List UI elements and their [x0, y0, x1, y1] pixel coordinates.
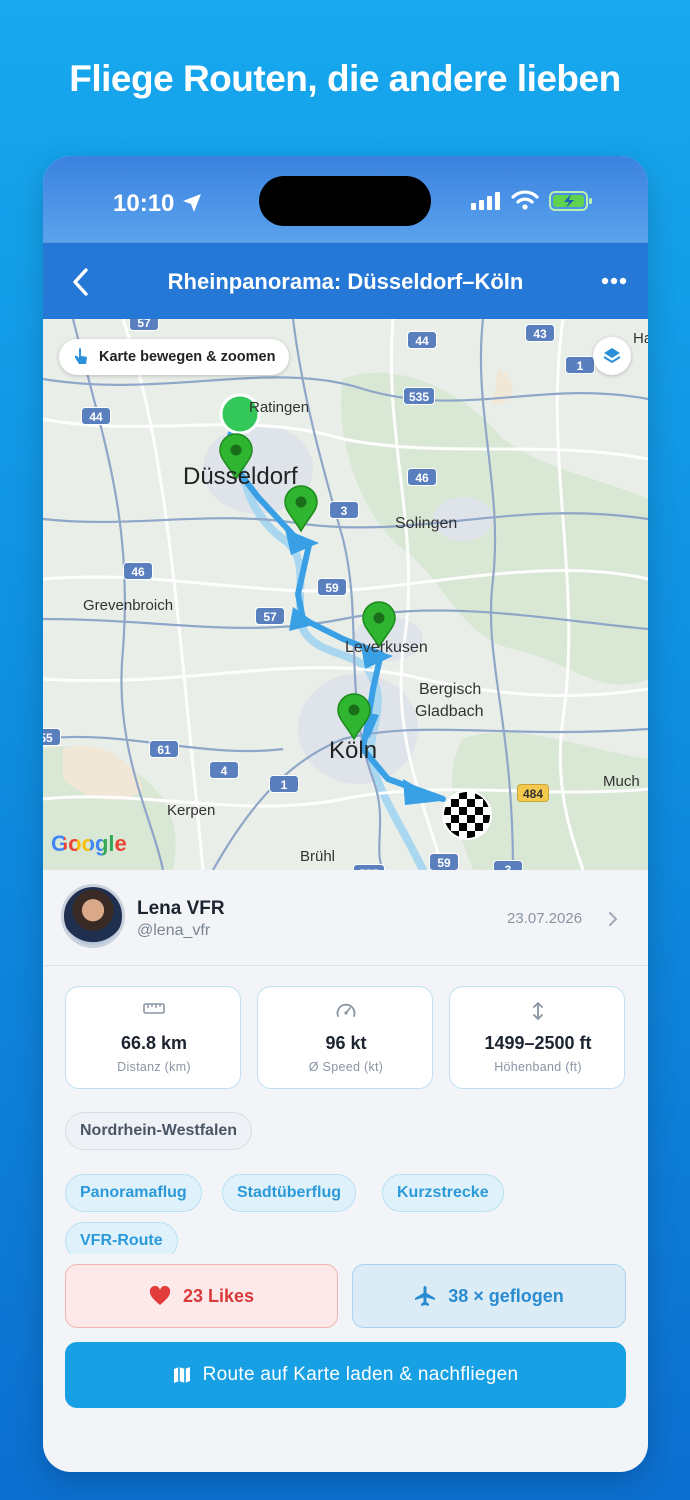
road-shield: 55	[43, 728, 61, 746]
likes-button[interactable]: 23 Likes	[65, 1264, 338, 1328]
stat-value: 66.8 km	[120, 1033, 188, 1053]
road-shield: 44	[81, 407, 111, 425]
map-label-ha: Ha	[633, 330, 648, 347]
speedometer-icon	[258, 1001, 434, 1024]
region-chip[interactable]: Nordrhein-Westfalen	[65, 1112, 253, 1150]
map-label-dusseldorf: Düsseldorf	[183, 463, 298, 490]
location-arrow-icon	[183, 194, 201, 212]
route-map[interactable]: Krefeld Ratingen Düsseldorf Solingen Gre…	[43, 319, 648, 870]
battery-charging-icon	[549, 191, 592, 211]
waypoint-pin-icon[interactable]	[336, 693, 372, 741]
tag-list: Panoramaflug Stadtüberflug Kurzstrecke V…	[43, 1166, 648, 1254]
map-label-bergisch: Bergisch	[419, 681, 482, 698]
map-layers-button[interactable]	[593, 337, 631, 375]
stat-altitude: 1499–2500 ft Höhenband (ft)	[449, 986, 625, 1089]
route-title: Rheinpanorama: Düsseldorf–Köln	[167, 269, 524, 294]
back-chevron-icon[interactable]	[69, 267, 93, 297]
more-options-icon[interactable]	[601, 277, 627, 285]
chevron-right-icon	[609, 912, 618, 926]
author-handle: @lena_vfr	[137, 922, 211, 939]
waypoint-pin-icon[interactable]	[283, 485, 319, 533]
road-shield: 59	[429, 853, 459, 870]
load-route-button[interactable]: Route auf Karte laden & nachfliegen	[65, 1342, 626, 1408]
road-shield: 46	[123, 562, 153, 580]
route-date: 23.07.2026	[507, 910, 583, 927]
likes-label: 23 Likes	[182, 1285, 255, 1306]
road-shield: 4	[209, 761, 239, 779]
map-label-leverkusen: Leverkusen	[345, 639, 428, 656]
stat-label: Höhenband (ft)	[494, 1060, 582, 1074]
map-label-much: Much	[603, 773, 640, 790]
map-label-kerpen: Kerpen	[167, 802, 216, 819]
map-label-ratingen: Ratingen	[249, 399, 310, 416]
road-shield: 61	[149, 740, 179, 758]
road-shield: 484	[517, 784, 550, 802]
pan-zoom-hint-chip[interactable]: Karte bewegen & zoomen	[59, 339, 290, 375]
hand-pointer-icon	[74, 348, 87, 364]
cellular-signal-icon	[471, 192, 500, 210]
airplane-icon	[415, 1286, 436, 1306]
promo-headline: Fliege Routen, die andere lieben	[69, 58, 621, 99]
google-attribution: Google	[51, 831, 127, 857]
road-shield: 57	[255, 607, 285, 625]
tag-chip[interactable]: Stadtüberflug	[222, 1174, 356, 1212]
altitude-arrows-icon	[450, 1001, 626, 1026]
road-shield: 3	[493, 860, 523, 870]
ruler-icon	[66, 1001, 242, 1020]
flown-count-button[interactable]: 38 × geflogen	[352, 1264, 626, 1328]
author-name: Lena VFR	[137, 898, 225, 919]
navigation-bar: Rheinpanorama: Düsseldorf–Köln	[43, 242, 648, 319]
road-shield: 46	[407, 468, 437, 486]
stat-label: Ø Speed (kt)	[308, 1060, 384, 1074]
tag-chip[interactable]: Panoramaflug	[65, 1174, 202, 1212]
road-shield: 57	[129, 319, 159, 331]
map-label-gladbach: Gladbach	[415, 703, 484, 720]
map-label-koln: Köln	[329, 737, 378, 764]
road-shield: 43	[525, 324, 555, 342]
stat-distance: 66.8 km Distanz (km)	[65, 986, 241, 1089]
stat-speed: 96 kt Ø Speed (kt)	[257, 986, 433, 1089]
road-shield: 1	[565, 356, 595, 374]
author-row[interactable]: Lena VFR @lena_vfr 23.07.2026	[43, 870, 648, 966]
wifi-icon	[511, 190, 539, 210]
load-route-label: Route auf Karte laden & nachfliegen	[202, 1364, 519, 1385]
tag-chip[interactable]: Kurzstrecke	[382, 1174, 504, 1212]
google-attribution-text: Google	[51, 831, 127, 856]
avatar[interactable]	[61, 884, 125, 948]
pan-zoom-hint-label: Karte bewegen & zoomen	[99, 349, 276, 365]
stat-value: 96 kt	[325, 1033, 367, 1053]
flown-count-label: 38 × geflogen	[448, 1285, 564, 1306]
road-shield: 3	[329, 501, 359, 519]
map-icon	[173, 1367, 190, 1383]
road-shield: 59	[317, 578, 347, 596]
map-label-bruhl: Brühl	[300, 848, 336, 865]
dynamic-island	[259, 176, 431, 226]
road-shield: 535	[403, 387, 436, 405]
phone-screen: 10:10 Rheinpanorama: Düsseldorf–Köln Rat…	[43, 156, 648, 1472]
map-label-solingen: Solingen	[395, 515, 458, 532]
status-bar: 10:10	[43, 156, 648, 242]
tag-chip[interactable]: VFR-Route	[65, 1222, 178, 1254]
layers-icon	[603, 348, 621, 364]
finish-flag-icon[interactable]	[441, 789, 493, 841]
stat-label: Distanz (km)	[117, 1060, 191, 1074]
map-label-grevenbroich: Grevenbroich	[83, 597, 174, 614]
road-shield: 1	[269, 775, 299, 793]
stat-value: 1499–2500 ft	[484, 1033, 592, 1053]
road-shield: 44	[407, 331, 437, 349]
status-time: 10:10	[113, 190, 175, 217]
heart-icon	[149, 1286, 171, 1305]
